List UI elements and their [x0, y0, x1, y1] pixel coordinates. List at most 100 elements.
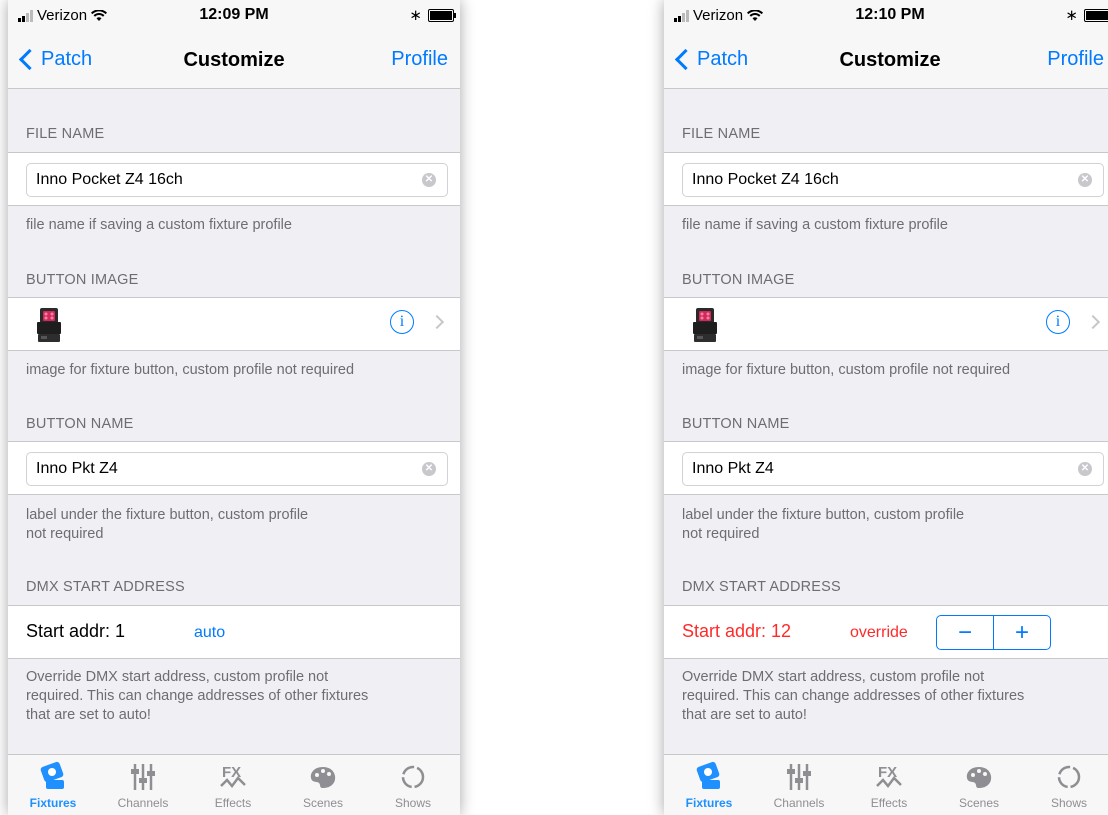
file-name-field: ✕: [682, 163, 1104, 197]
footer-line: Override DMX start address, custom profi…: [26, 669, 329, 685]
footer-line: label under the fixture button, custom p…: [26, 507, 309, 523]
tab-shows[interactable]: Shows: [1024, 760, 1108, 810]
button-name-field: ✕: [26, 452, 448, 486]
shows-icon: [1057, 765, 1081, 789]
button-image-cell[interactable]: i: [664, 297, 1108, 351]
profile-button[interactable]: Profile: [1047, 48, 1104, 71]
dmx-start-cell: Start addr: 12 override − +: [664, 605, 1108, 659]
dmx-header: DMX START ADDRESS: [26, 579, 185, 595]
footer-line: label under the fixture button, custom p…: [682, 507, 965, 523]
dmx-header: DMX START ADDRESS: [682, 579, 841, 595]
footer-line: not required: [26, 526, 104, 542]
file-name-cell: ✕: [8, 152, 460, 206]
tab-channels[interactable]: Channels: [754, 760, 844, 810]
tab-scenes[interactable]: Scenes: [278, 760, 368, 810]
profile-button[interactable]: Profile: [391, 48, 448, 71]
fixtures-icon: [696, 761, 720, 789]
footer-line: Override DMX start address, custom profi…: [682, 669, 985, 685]
dmx-footer: Override DMX start address, custom profi…: [26, 668, 446, 725]
tab-label: Scenes: [302, 796, 344, 810]
button-image-header: BUTTON IMAGE: [26, 272, 139, 288]
info-icon[interactable]: i: [390, 310, 414, 334]
tab-bar: Fixtures Channels FX Effects Scenes Show…: [664, 754, 1108, 815]
button-name-footer: label under the fixture button, custom p…: [682, 506, 1102, 544]
back-label: Patch: [697, 48, 749, 70]
footer-line: required. This can change addresses of o…: [682, 688, 1025, 704]
dmx-start-cell: Start addr: 1 auto: [8, 605, 460, 659]
button-name-input[interactable]: [36, 453, 406, 485]
scenes-icon: [310, 767, 336, 788]
clear-icon[interactable]: ✕: [1078, 173, 1092, 187]
tab-label: Fixtures: [685, 796, 733, 810]
override-toggle[interactable]: override: [850, 624, 908, 642]
tab-label: Channels: [773, 796, 825, 810]
status-right: ∗: [1065, 6, 1108, 24]
button-name-input[interactable]: [692, 453, 1062, 485]
tab-fixtures[interactable]: Fixtures: [8, 760, 98, 810]
tab-label: Effects: [214, 796, 252, 810]
file-name-input[interactable]: [692, 164, 1062, 196]
button-name-cell: ✕: [8, 441, 460, 495]
back-button[interactable]: Patch: [672, 48, 748, 71]
navigation-bar: Patch Customize Profile: [8, 40, 460, 89]
dmx-footer: Override DMX start address, custom profi…: [682, 668, 1102, 725]
increment-button[interactable]: +: [994, 616, 1050, 649]
file-name-footer: file name if saving a custom fixture pro…: [682, 217, 948, 233]
clock: 12:09 PM: [199, 6, 269, 23]
tab-effects[interactable]: FX Effects: [188, 760, 278, 810]
clear-icon[interactable]: ✕: [1078, 462, 1092, 476]
button-name-field: ✕: [682, 452, 1104, 486]
back-label: Patch: [41, 48, 93, 70]
auto-toggle[interactable]: auto: [194, 624, 225, 642]
fixtures-icon: [40, 761, 64, 789]
footer-line: that are set to auto!: [682, 707, 807, 723]
status-bar: Verizon 12:10 PM ∗: [664, 0, 1108, 40]
file-name-field: ✕: [26, 163, 448, 197]
battery-icon: [428, 8, 456, 22]
footer-line: required. This can change addresses of o…: [26, 688, 369, 704]
battery-icon: [1084, 8, 1108, 22]
button-name-footer: label under the fixture button, custom p…: [26, 506, 446, 544]
tab-label: Channels: [117, 796, 169, 810]
back-button[interactable]: Patch: [16, 48, 92, 71]
tab-label: Shows: [394, 796, 432, 810]
clear-icon[interactable]: ✕: [422, 173, 436, 187]
chevron-left-icon: [18, 48, 41, 71]
file-name-header: FILE NAME: [682, 126, 761, 142]
tab-channels[interactable]: Channels: [98, 760, 188, 810]
button-image-cell[interactable]: i: [8, 297, 460, 351]
chevron-right-icon: [429, 314, 445, 330]
button-name-header: BUTTON NAME: [682, 416, 790, 432]
tab-shows[interactable]: Shows: [368, 760, 458, 810]
clear-icon[interactable]: ✕: [422, 462, 436, 476]
tab-scenes[interactable]: Scenes: [934, 760, 1024, 810]
info-icon[interactable]: i: [1046, 310, 1070, 334]
channels-icon: [131, 764, 155, 790]
status-bar: Verizon 12:09 PM ∗: [8, 0, 460, 40]
file-name-input[interactable]: [36, 164, 406, 196]
decrement-button[interactable]: −: [937, 616, 994, 649]
effects-icon: FX: [220, 764, 246, 789]
footer-line: that are set to auto!: [26, 707, 151, 723]
scenes-icon: [966, 767, 992, 788]
chevron-left-icon: [674, 48, 697, 71]
button-image-footer: image for fixture button, custom profile…: [26, 362, 355, 378]
start-address-label: Start addr: 12: [682, 621, 792, 641]
effects-icon: FX: [876, 764, 902, 789]
file-name-cell: ✕: [664, 152, 1108, 206]
start-address-label: Start addr: 1: [26, 621, 126, 641]
channels-icon: [787, 764, 811, 790]
tab-label: Scenes: [958, 796, 1000, 810]
tab-label: Fixtures: [29, 796, 77, 810]
tab-effects[interactable]: FX Effects: [844, 760, 934, 810]
footer-line: not required: [682, 526, 760, 542]
button-image-header: BUTTON IMAGE: [682, 272, 795, 288]
button-name-header: BUTTON NAME: [26, 416, 134, 432]
navigation-bar: Patch Customize Profile: [664, 40, 1108, 89]
tab-fixtures[interactable]: Fixtures: [664, 760, 754, 810]
tab-label: Effects: [870, 796, 908, 810]
bluetooth-icon: ∗: [409, 7, 422, 24]
phone-screen-right: Verizon 12:10 PM ∗ Patch Customize Profi…: [664, 0, 1108, 815]
button-name-cell: ✕: [664, 441, 1108, 495]
status-right: ∗: [409, 6, 456, 24]
